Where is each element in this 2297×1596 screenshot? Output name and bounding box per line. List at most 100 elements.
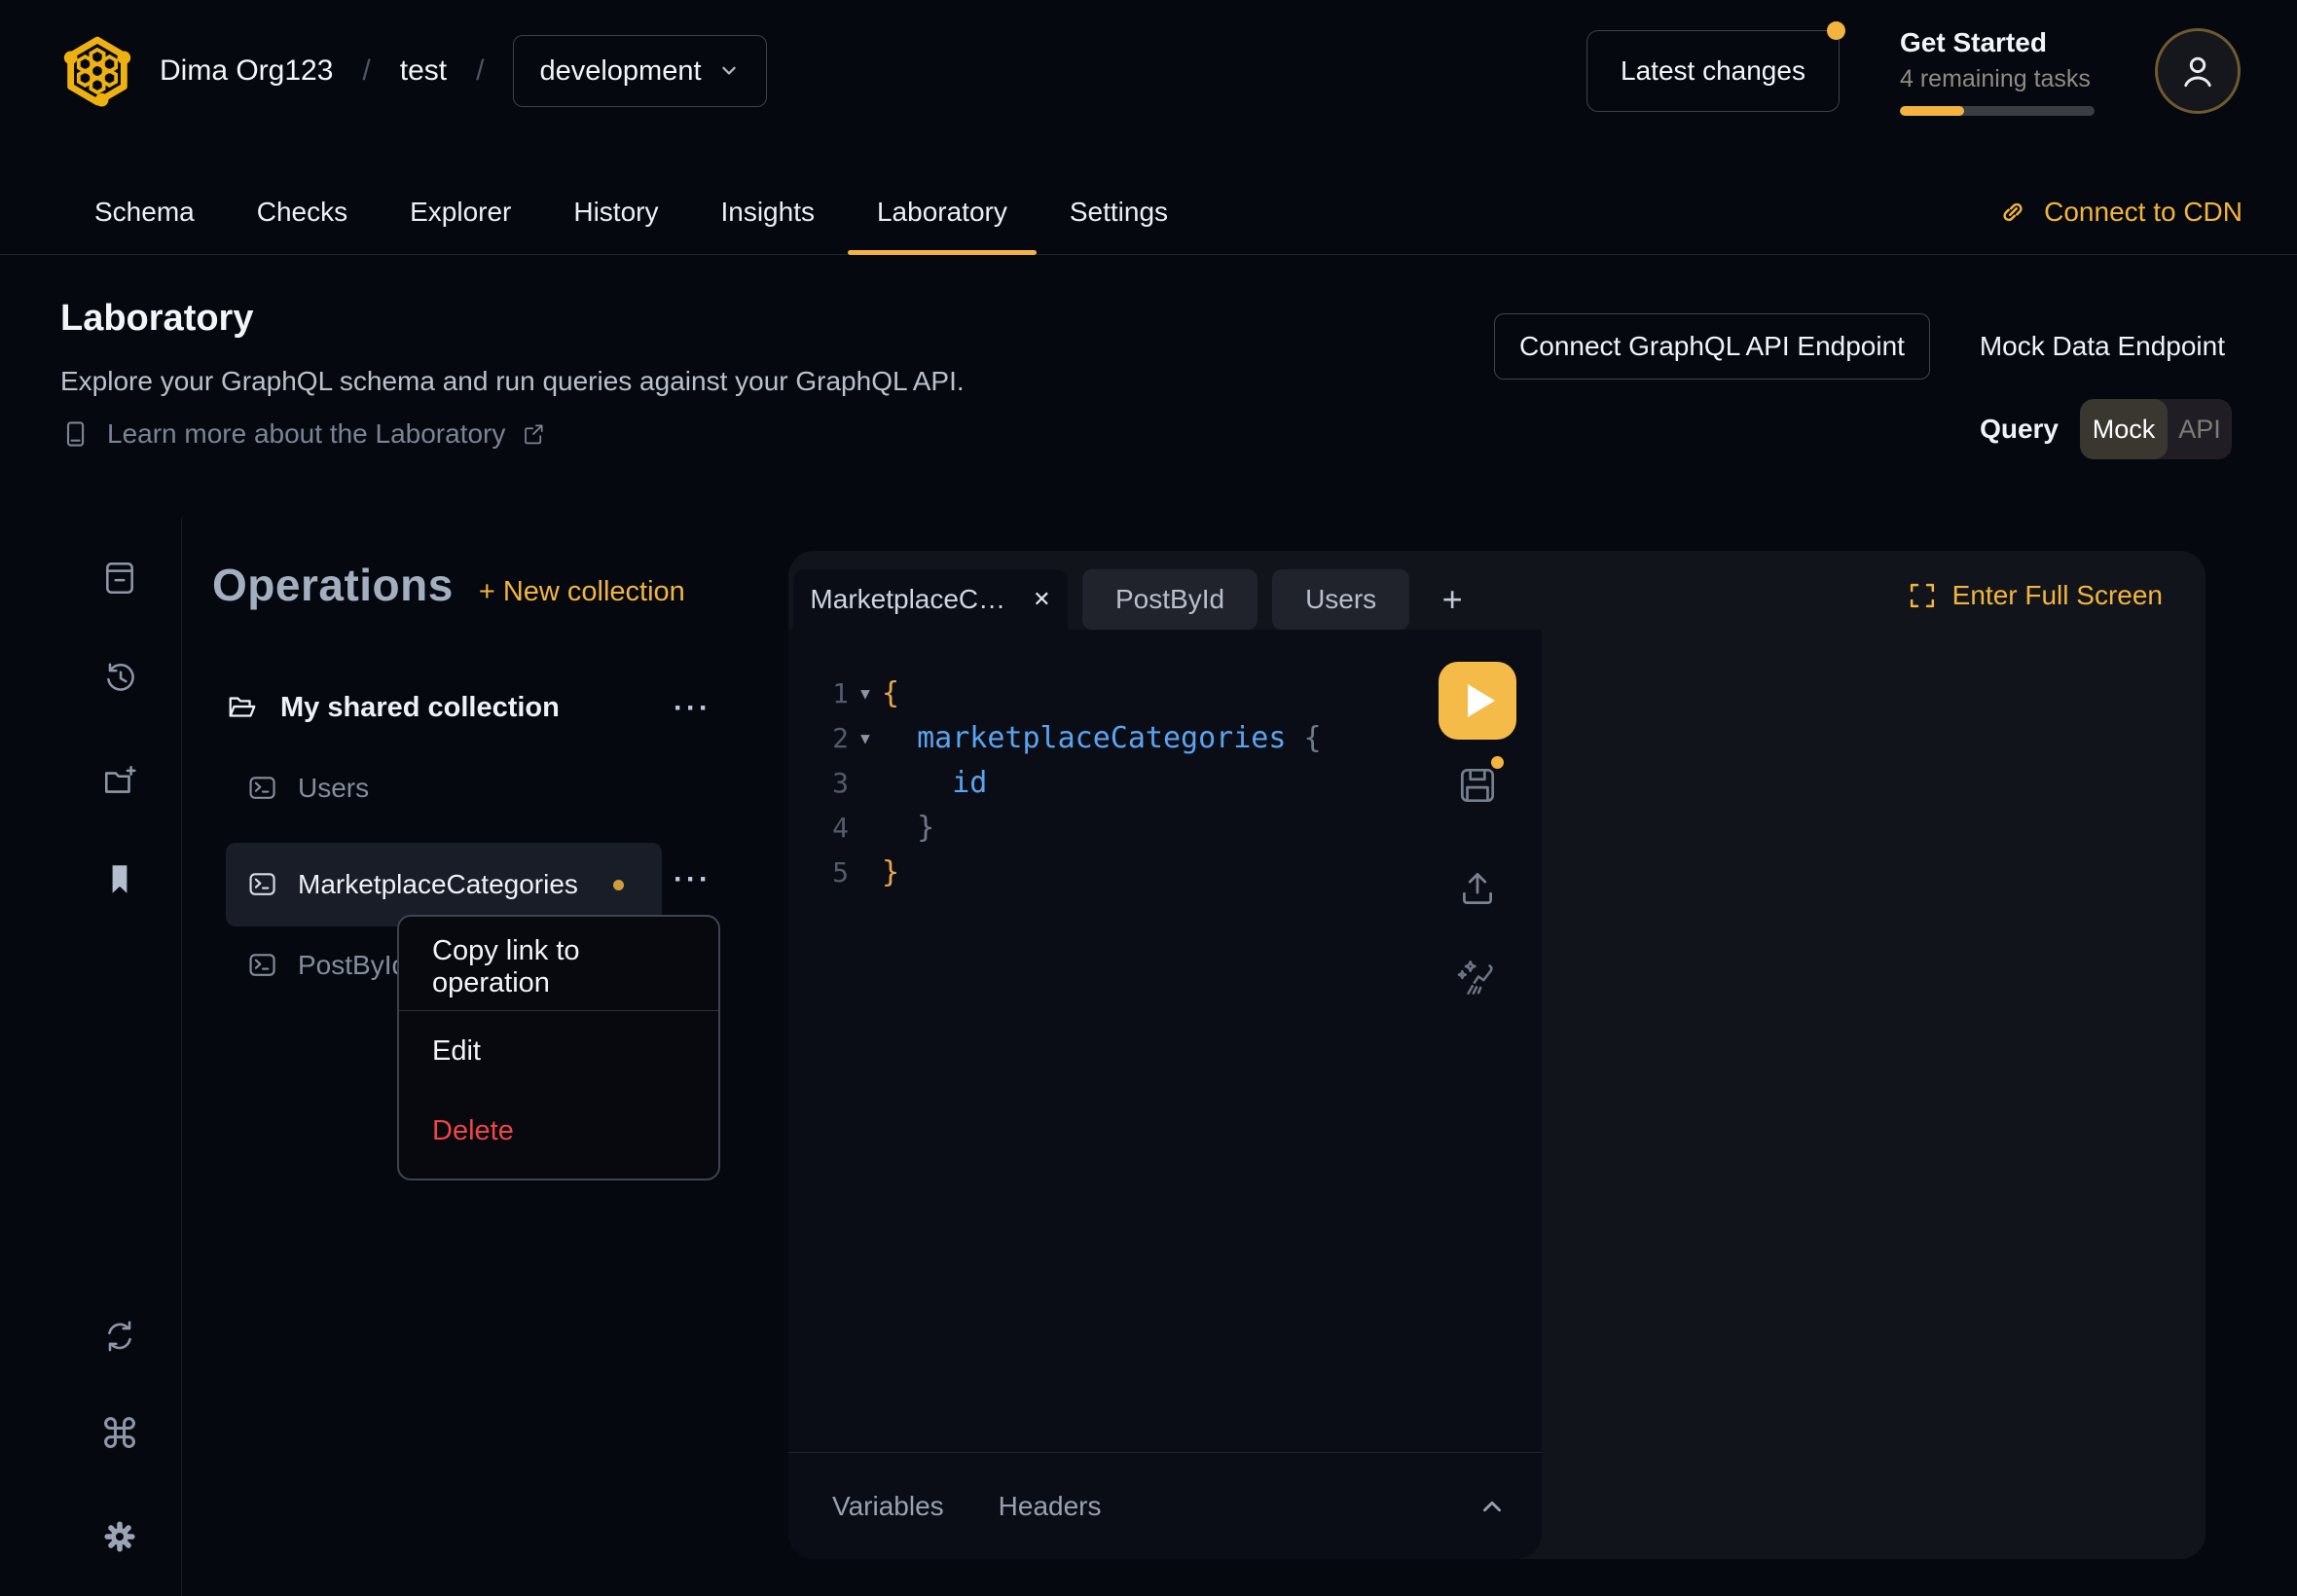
editor-tab-users[interactable]: Users	[1272, 569, 1409, 630]
book-icon	[60, 418, 91, 450]
fullscreen-icon	[1908, 581, 1937, 610]
tab-settings[interactable]: Settings	[1070, 169, 1168, 254]
close-icon[interactable]: ✕	[1033, 587, 1050, 612]
operation-label: MarketplaceCategories	[298, 869, 578, 900]
editor-footer: Variables Headers	[788, 1452, 1542, 1559]
breadcrumb-graph[interactable]: test	[400, 54, 447, 88]
code-line: 2 ▼ marketplaceCategories {	[788, 715, 1542, 760]
tab-history[interactable]: History	[573, 169, 658, 254]
get-started-progress-fill	[1900, 106, 1964, 116]
settings-button[interactable]	[99, 1516, 140, 1557]
tab-explorer[interactable]: Explorer	[410, 169, 511, 254]
line-number: 2	[788, 722, 849, 754]
collapse-panel-button[interactable]	[1476, 1490, 1509, 1523]
documentation-button[interactable]	[99, 558, 140, 598]
graphos-logo-icon[interactable]	[60, 34, 134, 108]
connect-endpoint-button[interactable]: Connect GraphQL API Endpoint	[1494, 313, 1930, 380]
enter-full-screen-button[interactable]: Enter Full Screen	[1908, 580, 2163, 611]
user-avatar[interactable]	[2155, 28, 2241, 114]
editor-tab-postbyid[interactable]: PostById	[1082, 569, 1258, 630]
line-number: 3	[788, 767, 849, 799]
query-label: Query	[1980, 414, 2059, 445]
tab-schema[interactable]: Schema	[94, 169, 195, 254]
menu-item-delete[interactable]: Delete	[399, 1091, 718, 1171]
page-description: Explore your GraphQL schema and run quer…	[60, 366, 965, 397]
headers-tab[interactable]: Headers	[999, 1491, 1102, 1522]
menu-item-edit[interactable]: Edit	[399, 1011, 718, 1091]
fold-toggle-icon[interactable]: ▼	[849, 684, 882, 703]
command-icon: ⌘	[99, 1414, 140, 1455]
laboratory-workbench: MarketplaceC… ✕ PostById Users + Enter F…	[788, 551, 2206, 1559]
run-query-button[interactable]	[1439, 662, 1516, 740]
line-number: 1	[788, 677, 849, 709]
upload-icon	[1455, 866, 1500, 911]
connect-to-cdn-link[interactable]: Connect to CDN	[1996, 169, 2242, 255]
connect-to-cdn-label: Connect to CDN	[2044, 197, 2242, 228]
breadcrumb-separator: /	[472, 54, 488, 88]
get-started-subtitle: 4 remaining tasks	[1900, 65, 2095, 93]
gear-icon	[100, 1517, 139, 1556]
mock-data-endpoint-button[interactable]: Mock Data Endpoint	[1980, 313, 2225, 380]
tab-checks[interactable]: Checks	[257, 169, 347, 254]
collection-name: My shared collection	[280, 692, 560, 724]
save-operation-button[interactable]	[1454, 762, 1501, 809]
code-token: {	[882, 676, 899, 710]
rail-divider	[181, 518, 182, 1596]
history-clock-icon	[101, 659, 138, 696]
enter-full-screen-label: Enter Full Screen	[1952, 580, 2163, 611]
code-line: 4 }	[788, 805, 1542, 850]
broom-sparkles-icon	[1455, 956, 1500, 1000]
operation-label: Users	[298, 773, 369, 804]
get-started-widget[interactable]: Get Started 4 remaining tasks	[1900, 27, 2095, 116]
editor-tab-marketplacecategories[interactable]: MarketplaceC… ✕	[793, 569, 1068, 630]
play-icon	[1468, 684, 1495, 717]
query-mode-api[interactable]: API	[2168, 399, 2232, 459]
header-actions: Latest changes Get Started 4 remaining t…	[1586, 27, 2241, 116]
operation-history-button[interactable]	[99, 657, 140, 698]
query-code[interactable]: 1 ▼ { 2 ▼ marketplaceCategories { 3 id	[788, 630, 1542, 894]
laboratory-page: Dima Org123 / test / development Latest …	[0, 0, 2297, 1596]
operation-menu-button[interactable]: ···	[674, 858, 711, 901]
code-token: id	[882, 766, 987, 800]
operations-header: Operations + New collection	[212, 559, 685, 611]
query-mode-row: Query Mock API	[1980, 399, 2232, 459]
folder-open-icon	[226, 691, 259, 724]
latest-changes-button[interactable]: Latest changes	[1586, 30, 1840, 112]
code-token: }	[882, 811, 934, 845]
chevron-down-icon	[717, 59, 741, 83]
query-editor[interactable]: 1 ▼ { 2 ▼ marketplaceCategories { 3 id	[788, 630, 1542, 1559]
link-icon	[1996, 196, 2029, 229]
line-number: 4	[788, 812, 849, 844]
operation-item-postbyid[interactable]: PostById	[247, 950, 407, 981]
code-token: }	[882, 855, 899, 889]
folder-plus-icon	[101, 763, 138, 800]
menu-item-copy-link[interactable]: Copy link to operation	[399, 925, 718, 1010]
query-mode-mock[interactable]: Mock	[2080, 399, 2168, 459]
new-collection-button[interactable]: + New collection	[479, 576, 685, 608]
operation-icon	[247, 950, 278, 981]
collection-header[interactable]: My shared collection	[226, 691, 560, 724]
share-operation-button[interactable]	[1454, 865, 1501, 912]
fold-toggle-icon[interactable]: ▼	[849, 729, 882, 747]
code-token: {	[1303, 721, 1321, 755]
keyboard-shortcuts-button[interactable]: ⌘	[99, 1414, 140, 1455]
variables-tab[interactable]: Variables	[832, 1491, 944, 1522]
breadcrumb-org[interactable]: Dima Org123	[160, 54, 333, 88]
page-title: Laboratory	[60, 298, 253, 340]
operation-icon	[247, 869, 278, 900]
variant-selector[interactable]: development	[513, 35, 766, 107]
saved-operations-button[interactable]	[99, 859, 140, 900]
save-icon	[1455, 763, 1500, 808]
operation-item-users[interactable]: Users	[247, 773, 369, 804]
tab-laboratory[interactable]: Laboratory	[877, 169, 1007, 254]
learn-more-link[interactable]: Learn more about the Laboratory	[60, 418, 546, 450]
code-line: 1 ▼ {	[788, 671, 1542, 715]
collection-menu-button[interactable]: ···	[674, 687, 711, 730]
refresh-schema-button[interactable]	[99, 1316, 140, 1357]
new-tab-button[interactable]: +	[1424, 569, 1480, 630]
operations-title: Operations	[212, 559, 454, 611]
tab-insights[interactable]: Insights	[720, 169, 815, 254]
prettify-query-button[interactable]	[1454, 955, 1501, 1001]
new-collection-rail-button[interactable]	[99, 761, 140, 802]
code-token: marketplaceCategories	[882, 721, 1303, 755]
